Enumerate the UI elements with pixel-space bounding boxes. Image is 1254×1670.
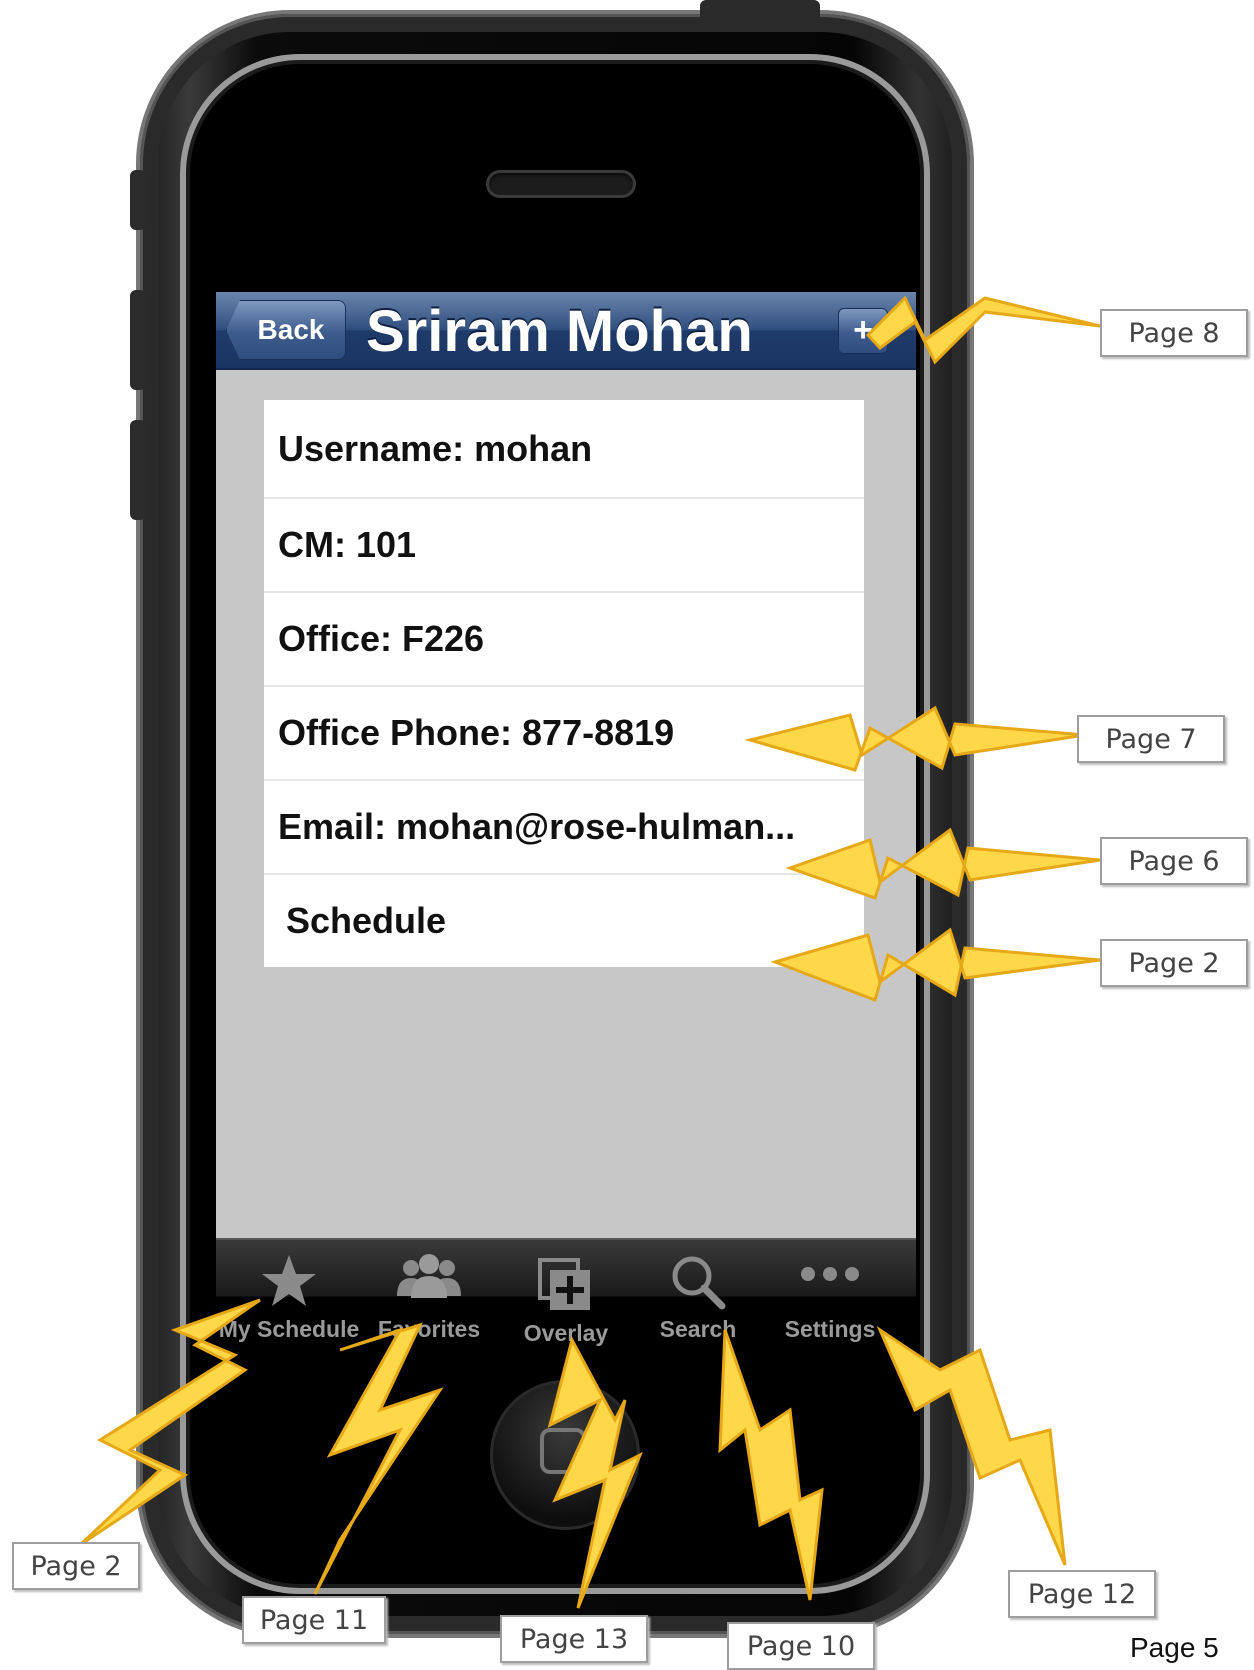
back-button[interactable]: Back xyxy=(226,300,346,360)
star-icon xyxy=(262,1255,316,1306)
page-number: Page 5 xyxy=(1130,1632,1219,1663)
details-table: Username: mohan CM: 101 Office: F226 Off… xyxy=(264,400,864,967)
more-dots-icon xyxy=(801,1267,859,1281)
username-row: Username: mohan xyxy=(264,400,864,499)
email-row[interactable]: Email: mohan@rose-hulman... xyxy=(264,781,864,875)
annotation-label: Page 11 xyxy=(242,1596,386,1644)
volume-down-button xyxy=(130,420,146,520)
cm-row: CM: 101 xyxy=(264,499,864,593)
office-row: Office: F226 xyxy=(264,593,864,687)
tab-search[interactable]: Search xyxy=(636,1240,760,1352)
add-button[interactable]: + xyxy=(838,308,888,354)
annotation-label: Page 13 xyxy=(500,1615,648,1663)
tab-label: My Schedule xyxy=(218,1316,360,1342)
tab-label: Favorites xyxy=(377,1316,481,1342)
navigation-bar: Back Sriram Mohan + xyxy=(216,292,916,370)
tab-label: Settings xyxy=(784,1316,876,1342)
earpiece-speaker xyxy=(486,170,636,198)
annotation-label: Page 12 xyxy=(1008,1570,1156,1618)
schedule-row[interactable]: Schedule xyxy=(264,875,864,967)
tab-favorites[interactable]: Favorites xyxy=(362,1240,496,1352)
tab-overlay[interactable]: Overlay xyxy=(496,1240,636,1352)
tab-settings[interactable]: Settings xyxy=(760,1240,900,1352)
annotation-label: Page 6 xyxy=(1100,837,1248,885)
annotation-label: Page 10 xyxy=(727,1622,875,1670)
tab-bar: My Schedule Favorites Overlay Search Set… xyxy=(216,1238,916,1352)
annotation-label: Page 8 xyxy=(1100,309,1248,357)
screen: Back Sriram Mohan + Username: mohan CM: … xyxy=(216,292,916,1350)
office-phone-row[interactable]: Office Phone: 877-8819 xyxy=(264,687,864,781)
tab-my-schedule[interactable]: My Schedule xyxy=(216,1240,362,1352)
annotation-label: Page 7 xyxy=(1077,715,1225,763)
home-square-icon xyxy=(540,1428,586,1474)
tab-label: Search xyxy=(659,1316,737,1342)
overlay-icon xyxy=(538,1258,590,1310)
annotation-label: Page 2 xyxy=(1100,939,1248,987)
volume-up-button xyxy=(130,290,146,390)
annotation-label: Page 2 xyxy=(12,1542,140,1590)
magnifier-icon xyxy=(672,1256,726,1310)
sleep-button xyxy=(700,0,820,18)
tab-label: Overlay xyxy=(523,1320,609,1346)
people-icon xyxy=(397,1254,461,1298)
page-title: Sriram Mohan xyxy=(366,299,753,364)
mute-switch xyxy=(130,170,146,230)
